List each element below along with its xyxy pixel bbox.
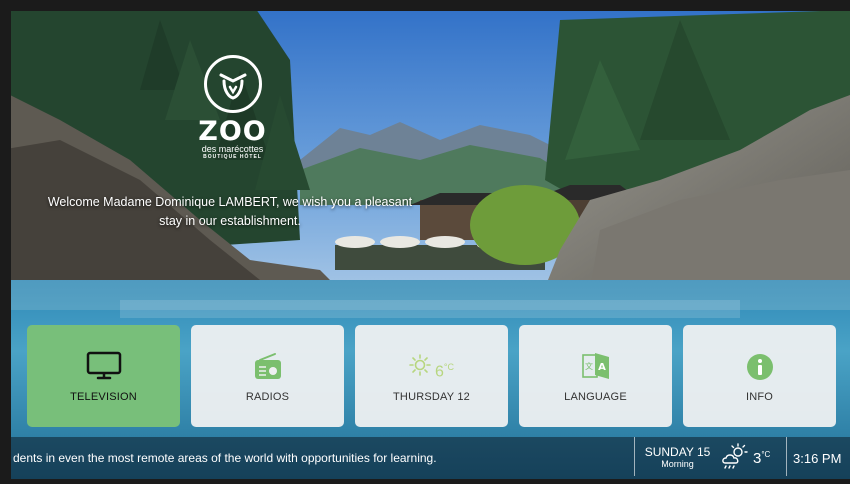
owl-icon (203, 55, 262, 113)
main-menu: TELEVISION RADIOS 6°C THURSDAY 12 A 文 LA… (27, 325, 837, 427)
screen-bezel-left (0, 0, 11, 484)
status-weather: 3°C (720, 442, 771, 474)
hotel-subtitle: des marécottes (201, 144, 264, 154)
partly-cloudy-icon (720, 442, 750, 474)
weather-tile[interactable]: 6°C THURSDAY 12 (355, 325, 508, 427)
radios-tile[interactable]: RADIOS (191, 325, 344, 427)
status-divider (786, 437, 787, 476)
news-ticker: dents in even the most remote areas of t… (13, 451, 437, 465)
weather-day-label: THURSDAY 12 (393, 391, 470, 403)
language-tile[interactable]: A 文 LANGUAGE (519, 325, 672, 427)
screen-bezel-top (0, 0, 850, 11)
svg-text:A: A (598, 362, 606, 373)
status-temperature: 3°C (753, 449, 771, 467)
sun-icon (409, 354, 431, 381)
hotel-logo: ZOO des marécottes BOUTIQUE HÔTEL (195, 55, 270, 161)
hotel-tv-screen: ZOO des marécottes BOUTIQUE HÔTEL Welcom… (0, 0, 850, 484)
hotel-tagline: BOUTIQUE HÔTEL (203, 154, 262, 160)
status-divider (634, 437, 635, 476)
info-label: INFO (745, 391, 774, 403)
status-clock: 3:16 PM (793, 451, 842, 466)
status-day: SUNDAY 15 (644, 445, 711, 459)
welcome-message: Welcome Madame Dominique LAMBERT, we wis… (47, 195, 413, 228)
hotel-name: ZOO (198, 116, 267, 147)
tv-icon (86, 349, 122, 381)
language-label: LANGUAGE (564, 391, 627, 403)
status-period: Morning (661, 459, 694, 469)
radios-label: RADIOS (245, 391, 290, 403)
television-label: TELEVISION (70, 391, 137, 403)
screen-bezel-bottom (0, 479, 850, 484)
info-icon (746, 349, 774, 381)
weather-row: 6°C (409, 349, 454, 381)
language-icon: A 文 (581, 349, 610, 381)
status-date: SUNDAY 15 Morning (640, 446, 715, 470)
tile-temperature: 6°C (434, 361, 454, 380)
info-tile[interactable]: INFO (683, 325, 836, 427)
svg-text:文: 文 (585, 361, 593, 371)
radio-icon (253, 349, 283, 381)
television-tile[interactable]: TELEVISION (27, 325, 180, 427)
